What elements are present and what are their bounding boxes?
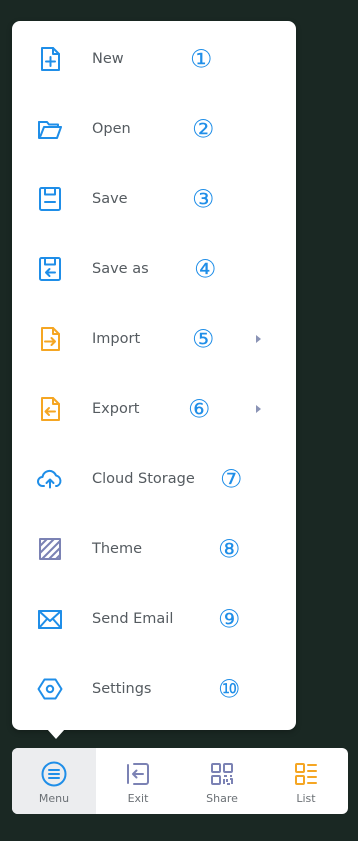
menu-item-label: Save as [92, 261, 149, 277]
menu-item-settings[interactable]: Settings ⑩ [12, 654, 296, 724]
menu-item-label: Settings [92, 681, 152, 697]
number-badge: ⑩ [218, 674, 241, 704]
menu-item-label: Save [92, 191, 128, 207]
toolbar-label: List [296, 792, 316, 805]
open-folder-icon [36, 115, 64, 143]
exit-arrow-icon [124, 760, 152, 788]
number-badge: ⑧ [218, 534, 241, 564]
menu-item-save[interactable]: Save ③ [12, 164, 296, 234]
menu-item-import[interactable]: Import ⑤ [12, 304, 296, 374]
menu-item-label: Theme [92, 541, 143, 557]
number-badge: ④ [194, 254, 217, 284]
number-badge: ① [190, 44, 213, 74]
import-icon [36, 325, 64, 353]
toolbar-list-button[interactable]: List [264, 748, 348, 814]
menu-item-label: Export [92, 401, 140, 417]
menu-item-export[interactable]: Export ⑥ [12, 374, 296, 444]
number-badge: ⑥ [188, 394, 211, 424]
theme-pattern-icon [36, 535, 64, 563]
menu-item-label: Send Email [92, 611, 174, 627]
number-badge: ⑨ [218, 604, 241, 634]
menu-item-open[interactable]: Open ② [12, 94, 296, 164]
submenu-arrow-icon [256, 405, 261, 413]
export-icon [36, 395, 64, 423]
menu-item-send-email[interactable]: Send Email ⑨ [12, 584, 296, 654]
qr-code-icon [208, 760, 236, 788]
toolbar-label: Exit [127, 792, 149, 805]
toolbar-label: Share [206, 792, 238, 805]
toolbar-exit-button[interactable]: Exit [96, 748, 180, 814]
menu-pointer [47, 729, 65, 739]
list-icon [292, 760, 320, 788]
number-badge: ⑤ [192, 324, 215, 354]
menu-item-label: Import [92, 331, 141, 347]
file-menu-panel: New ① Open ② Save ③ Save as ④ Import ⑤ E… [12, 21, 296, 730]
menu-item-label: New [92, 51, 124, 67]
cloud-upload-icon [36, 465, 64, 493]
menu-circle-icon [40, 760, 68, 788]
save-as-icon [36, 255, 64, 283]
toolbar-share-button[interactable]: Share [180, 748, 264, 814]
envelope-icon [36, 605, 64, 633]
menu-item-label: Cloud Storage [92, 471, 195, 487]
save-icon [36, 185, 64, 213]
new-file-icon [36, 45, 64, 73]
toolbar-menu-button[interactable]: Menu [12, 748, 96, 814]
toolbar-label: Menu [38, 792, 70, 805]
number-badge: ② [192, 114, 215, 144]
number-badge: ⑦ [220, 464, 243, 494]
menu-item-theme[interactable]: Theme ⑧ [12, 514, 296, 584]
menu-item-save-as[interactable]: Save as ④ [12, 234, 296, 304]
menu-item-label: Open [92, 121, 131, 137]
bottom-toolbar: Menu Exit Share List [12, 748, 348, 814]
number-badge: ③ [192, 184, 215, 214]
menu-item-cloud-storage[interactable]: Cloud Storage ⑦ [12, 444, 296, 514]
menu-item-new[interactable]: New ① [12, 24, 296, 94]
settings-hexagon-icon [36, 675, 64, 703]
submenu-arrow-icon [256, 335, 261, 343]
